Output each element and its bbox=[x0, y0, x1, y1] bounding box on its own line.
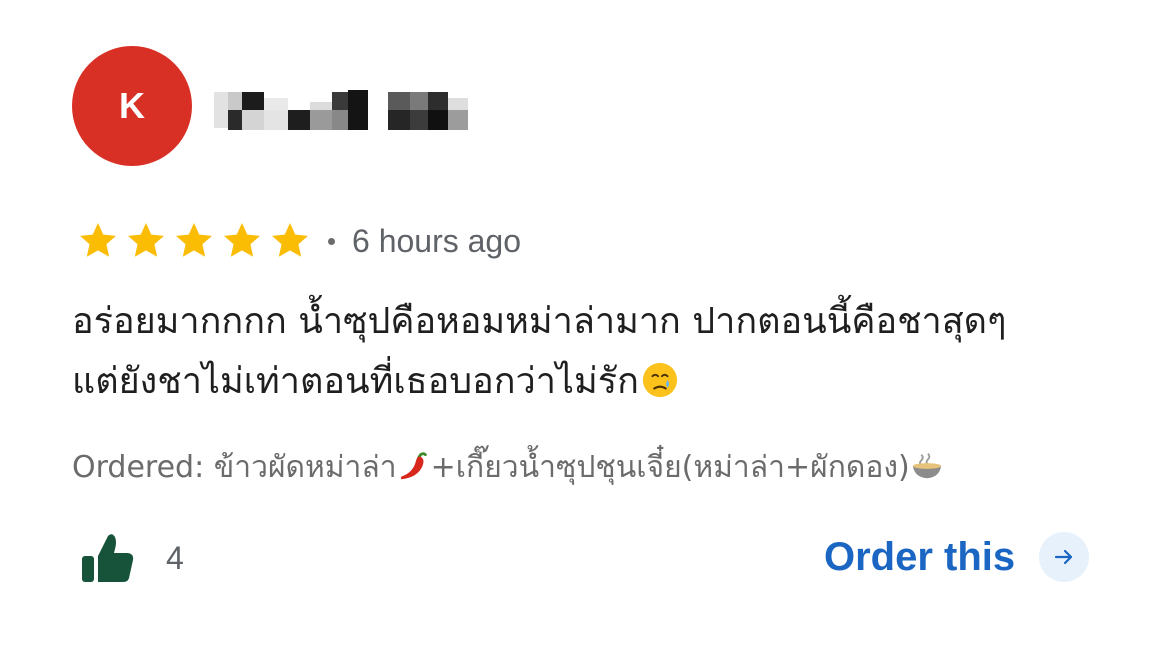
reviewer-name-censored bbox=[214, 90, 468, 130]
star-rating bbox=[76, 219, 312, 263]
review-line-2: แต่ยังชาไม่เท่าตอนที่เธอบอกว่าไม่รัก bbox=[72, 352, 1132, 412]
thumbs-up-icon[interactable] bbox=[78, 528, 138, 588]
separator-dot bbox=[328, 237, 335, 245]
order-this-button[interactable]: Order this bbox=[824, 532, 1090, 582]
ordered-items: Ordered: ข้าวผัดหม่าล่า +เกี๊ยวน้ำซุปชุน… bbox=[72, 444, 944, 491]
arrow-right-icon[interactable] bbox=[1039, 532, 1090, 582]
sad-tear-face-icon bbox=[642, 362, 678, 398]
review-line-2-text: แต่ยังชาไม่เท่าตอนที่เธอบอกว่าไม่รัก bbox=[72, 361, 639, 402]
order-this-label[interactable]: Order this bbox=[824, 535, 1015, 580]
avatar[interactable]: K bbox=[72, 46, 192, 166]
review-text: อร่อยมากกกก น้ำซุปคือหอมหม่าล่ามาก ปากตอ… bbox=[72, 292, 1132, 412]
rating-row: 6 hours ago bbox=[76, 218, 521, 264]
star-icon bbox=[80, 223, 116, 257]
star-icon bbox=[224, 223, 260, 257]
avatar-letter: K bbox=[119, 85, 145, 126]
review-time: 6 hours ago bbox=[352, 222, 522, 259]
star-icon bbox=[128, 223, 164, 257]
star-icon bbox=[176, 223, 212, 257]
noodle-bowl-icon bbox=[912, 452, 941, 478]
like-area: 4 bbox=[78, 528, 184, 588]
review-line-1: อร่อยมากกกก น้ำซุปคือหอมหม่าล่ามาก ปากตอ… bbox=[72, 301, 1007, 342]
chili-pepper-icon bbox=[400, 451, 427, 479]
ordered-item-2: +เกี๊ยวน้ำซุปชุนเจี๋ย(หม่าล่า+ผักดอง) bbox=[430, 450, 910, 485]
ordered-prefix: Ordered: bbox=[72, 450, 214, 485]
like-count: 4 bbox=[166, 539, 184, 576]
star-icon bbox=[272, 223, 308, 257]
ordered-item-1: ข้าวผัดหม่าล่า bbox=[213, 450, 397, 485]
